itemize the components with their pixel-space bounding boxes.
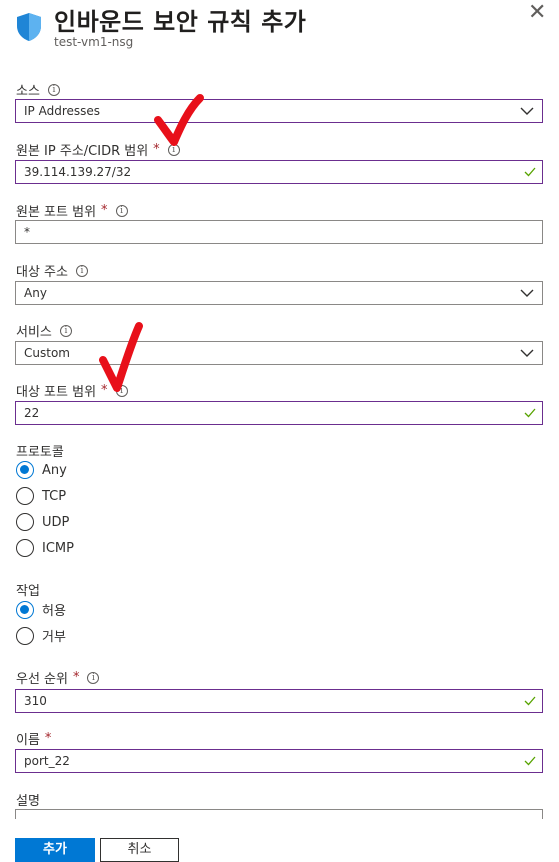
check-icon — [524, 408, 536, 418]
check-icon — [524, 756, 536, 766]
chevron-down-icon — [520, 289, 534, 297]
source-port-label: 원본 포트 범위 * i — [16, 201, 128, 220]
required-marker: * — [101, 203, 108, 218]
page-title: 인바운드 보안 규칙 추가 — [54, 8, 307, 36]
cancel-button[interactable]: 취소 — [100, 838, 179, 862]
destination-label-text: 대상 주소 — [16, 265, 68, 280]
destination-select[interactable]: Any — [15, 281, 543, 305]
name-label-text: 이름 — [16, 733, 40, 748]
dest-port-label: 대상 포트 범위 * i — [16, 381, 128, 400]
source-select-value: IP Addresses — [24, 104, 101, 118]
dest-port-value: 22 — [24, 406, 40, 420]
protocol-radio-icmp[interactable]: ICMP — [16, 539, 74, 557]
radio-icon[interactable] — [16, 626, 34, 645]
service-label: 서비스 i — [16, 321, 72, 340]
radio-label: 거부 — [42, 630, 66, 645]
panel-header: 인바운드 보안 규칙 추가 test-vm1-nsg ✕ — [0, 0, 559, 60]
radio-icon[interactable] — [16, 539, 34, 557]
priority-label: 우선 순위 * i — [16, 668, 100, 687]
radio-icon[interactable] — [16, 487, 34, 505]
name-label: 이름 * — [16, 729, 51, 748]
action-label-text: 작업 — [16, 584, 40, 599]
service-select[interactable]: Custom — [15, 341, 543, 365]
dest-port-label-text: 대상 포트 범위 — [16, 385, 97, 400]
priority-label-text: 우선 순위 — [16, 672, 68, 687]
radio-label: UDP — [42, 514, 70, 530]
info-icon[interactable]: i — [47, 83, 60, 96]
required-marker: * — [101, 383, 108, 398]
protocol-radio-udp[interactable]: UDP — [16, 513, 69, 531]
source-ip-value: 39.114.139.27/32 — [24, 165, 132, 179]
action-radio-deny[interactable]: 거부 — [16, 626, 66, 645]
name-value: port_22 — [24, 754, 70, 768]
radio-label: ICMP — [42, 540, 74, 556]
source-label-text: 소스 — [16, 84, 40, 99]
source-select[interactable]: IP Addresses — [15, 99, 543, 123]
info-icon[interactable]: i — [167, 143, 180, 156]
check-icon — [524, 696, 536, 706]
resource-subtitle: test-vm1-nsg — [54, 35, 134, 49]
check-icon — [524, 167, 536, 177]
info-icon[interactable]: i — [87, 671, 100, 684]
description-label: 설명 — [16, 790, 40, 809]
service-select-value: Custom — [24, 346, 70, 360]
radio-selected-icon[interactable] — [16, 600, 34, 619]
info-icon[interactable]: i — [59, 324, 72, 337]
source-ip-label-text: 원본 IP 주소/CIDR 범위 — [16, 144, 149, 159]
source-label: 소스 i — [16, 80, 60, 99]
radio-icon[interactable] — [16, 513, 34, 531]
priority-input[interactable]: 310 — [15, 689, 543, 713]
info-icon[interactable]: i — [75, 264, 88, 277]
protocol-label-text: 프로토콜 — [16, 445, 64, 460]
close-icon[interactable]: ✕ — [528, 0, 546, 25]
dest-port-input[interactable]: 22 — [15, 401, 543, 425]
radio-label: 허용 — [42, 604, 66, 619]
description-input[interactable] — [15, 809, 543, 819]
info-icon[interactable]: i — [115, 384, 128, 397]
required-marker: * — [44, 731, 52, 746]
source-port-label-text: 원본 포트 범위 — [16, 205, 97, 220]
info-icon[interactable]: i — [115, 204, 128, 217]
source-ip-label: 원본 IP 주소/CIDR 범위 * i — [16, 140, 180, 159]
chevron-down-icon — [520, 107, 534, 115]
protocol-radio-tcp[interactable]: TCP — [16, 487, 66, 505]
action-label: 작업 — [16, 580, 40, 599]
source-port-value: * — [24, 225, 30, 239]
name-input[interactable]: port_22 — [15, 749, 543, 773]
chevron-down-icon — [520, 349, 534, 357]
radio-selected-icon[interactable] — [16, 461, 34, 479]
priority-value: 310 — [24, 694, 47, 708]
description-label-text: 설명 — [16, 794, 40, 809]
radio-label: TCP — [42, 488, 67, 504]
add-button[interactable]: 추가 — [15, 838, 95, 862]
destination-label: 대상 주소 i — [16, 261, 88, 280]
service-label-text: 서비스 — [16, 325, 52, 340]
source-port-input[interactable]: * — [15, 220, 543, 244]
protocol-label: 프로토콜 — [16, 441, 64, 460]
destination-select-value: Any — [24, 286, 47, 300]
required-marker: * — [72, 670, 80, 685]
shield-icon — [17, 13, 41, 41]
required-marker: * — [153, 142, 160, 157]
protocol-radio-any[interactable]: Any — [16, 461, 67, 479]
source-ip-input[interactable]: 39.114.139.27/32 — [15, 160, 543, 184]
radio-label: Any — [42, 462, 67, 478]
action-radio-allow[interactable]: 허용 — [16, 600, 66, 619]
